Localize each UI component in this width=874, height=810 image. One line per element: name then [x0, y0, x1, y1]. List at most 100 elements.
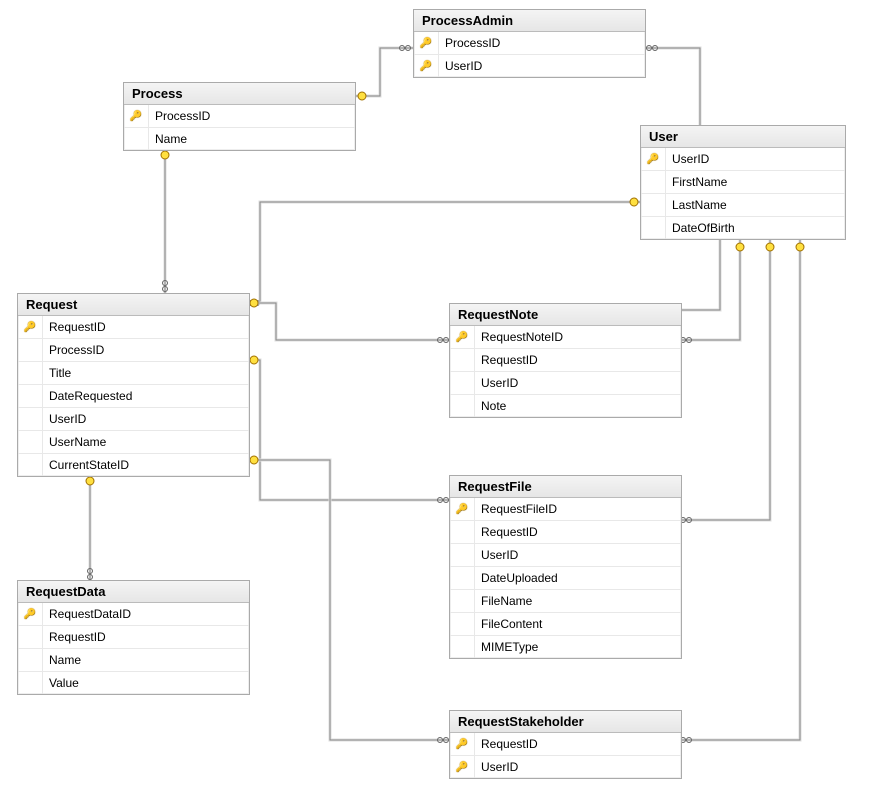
pk-cell — [450, 636, 475, 658]
pk-cell — [450, 372, 475, 394]
column-name: CurrentStateID — [43, 458, 249, 472]
column-name: RequestID — [43, 320, 249, 334]
table-requestNote[interactable]: RequestNote🔑RequestNoteIDRequestIDUserID… — [449, 303, 682, 418]
table-column[interactable]: UserID — [18, 408, 249, 431]
pk-cell: 🔑 — [414, 55, 439, 77]
column-name: RequestFileID — [475, 502, 681, 516]
table-column[interactable]: CurrentStateID — [18, 454, 249, 476]
table-column[interactable]: DateOfBirth — [641, 217, 845, 239]
key-icon: 🔑 — [24, 322, 36, 333]
table-column[interactable]: 🔑 RequestDataID — [18, 603, 249, 626]
column-name: UserName — [43, 435, 249, 449]
column-name: RequestDataID — [43, 607, 249, 621]
table-column[interactable]: 🔑RequestID — [450, 733, 681, 756]
table-column[interactable]: 🔑 UserID — [450, 756, 681, 778]
table-column[interactable]: 🔑 ProcessID — [414, 32, 645, 55]
table-requestStakeholder[interactable]: RequestStakeholder🔑RequestID🔑UserID — [449, 710, 682, 779]
table-column[interactable]: Name — [18, 649, 249, 672]
table-column[interactable]: Name — [124, 128, 355, 150]
table-header: Process — [124, 83, 355, 105]
table-column[interactable]: DateRequested — [18, 385, 249, 408]
table-column[interactable]: Note — [450, 395, 681, 417]
key-icon: 🔑 — [420, 61, 432, 72]
pk-cell — [18, 649, 43, 671]
pk-cell — [18, 339, 43, 361]
column-name: UserID — [475, 548, 681, 562]
table-header: User — [641, 126, 845, 148]
column-name: RequestNoteID — [475, 330, 681, 344]
table-column[interactable]: RequestID — [450, 521, 681, 544]
table-column[interactable]: FileContent — [450, 613, 681, 636]
pk-cell — [18, 672, 43, 694]
pk-cell — [450, 613, 475, 635]
table-column[interactable]: 🔑 RequestID — [18, 316, 249, 339]
column-name: Title — [43, 366, 249, 380]
column-name: Name — [149, 132, 355, 146]
table-requestFile[interactable]: RequestFile🔑RequestFileIDRequestIDUserID… — [449, 475, 682, 659]
pk-cell — [18, 408, 43, 430]
table-column[interactable]: UserID — [450, 372, 681, 395]
table-column[interactable]: FirstName — [641, 171, 845, 194]
column-name: DateUploaded — [475, 571, 681, 585]
table-column[interactable]: UserID — [450, 544, 681, 567]
key-icon: 🔑 — [24, 609, 36, 620]
key-icon: 🔑 — [647, 154, 659, 165]
table-header: ProcessAdmin — [414, 10, 645, 32]
pk-cell — [450, 590, 475, 612]
column-name: FirstName — [666, 175, 845, 189]
table-user[interactable]: User 🔑 UserID FirstName LastName DateOfBirth — [640, 125, 846, 240]
column-name: RequestID — [43, 630, 249, 644]
table-column[interactable]: 🔑ProcessID — [124, 105, 355, 128]
table-column[interactable]: MIMEType — [450, 636, 681, 658]
pk-cell — [18, 454, 43, 476]
pk-cell: 🔑 — [18, 316, 43, 338]
pk-cell — [450, 395, 475, 417]
table-column[interactable]: 🔑 UserID — [641, 148, 845, 171]
table-column[interactable]: 🔑 RequestNoteID — [450, 326, 681, 349]
table-column[interactable]: Value — [18, 672, 249, 694]
pk-cell — [18, 626, 43, 648]
key-icon: 🔑 — [456, 762, 468, 773]
column-name: UserID — [666, 152, 845, 166]
table-column[interactable]: RequestID — [18, 626, 249, 649]
pk-cell — [450, 521, 475, 543]
column-name: DateRequested — [43, 389, 249, 403]
pk-cell — [450, 567, 475, 589]
column-name: UserID — [475, 760, 681, 774]
pk-cell — [124, 128, 149, 150]
column-name: RequestID — [475, 525, 681, 539]
table-processAdmin[interactable]: ProcessAdmin 🔑 ProcessID 🔑 UserID — [413, 9, 646, 78]
column-name: UserID — [475, 376, 681, 390]
key-icon: 🔑 — [420, 38, 432, 49]
table-process[interactable]: Process🔑ProcessID Name — [123, 82, 356, 151]
table-request[interactable]: Request🔑RequestIDProcessIDTitleDateReque… — [17, 293, 250, 477]
column-name: MIMEType — [475, 640, 681, 654]
pk-cell — [450, 544, 475, 566]
key-icon: 🔑 — [456, 332, 468, 343]
pk-cell: 🔑 — [18, 603, 43, 625]
table-header: RequestStakeholder — [450, 711, 681, 733]
pk-cell: 🔑 — [414, 32, 439, 54]
column-name: ProcessID — [43, 343, 249, 357]
table-column[interactable]: ProcessID — [18, 339, 249, 362]
column-name: RequestID — [475, 353, 681, 367]
table-column[interactable]: 🔑 UserID — [414, 55, 645, 77]
column-name: UserID — [439, 59, 645, 73]
pk-cell — [18, 362, 43, 384]
table-column[interactable]: 🔑RequestFileID — [450, 498, 681, 521]
pk-cell: 🔑 — [450, 756, 475, 778]
pk-cell: 🔑 — [641, 148, 666, 170]
table-column[interactable]: LastName — [641, 194, 845, 217]
table-column[interactable]: FileName — [450, 590, 681, 613]
column-name: ProcessID — [149, 109, 355, 123]
table-requestData[interactable]: RequestData🔑RequestDataIDRequestIDNameVa… — [17, 580, 250, 695]
column-name: ProcessID — [439, 36, 645, 50]
table-column[interactable]: DateUploaded — [450, 567, 681, 590]
pk-cell: 🔑 — [450, 498, 475, 520]
pk-cell: 🔑 — [450, 733, 475, 755]
table-column[interactable]: RequestID — [450, 349, 681, 372]
table-column[interactable]: UserName — [18, 431, 249, 454]
column-name: DateOfBirth — [666, 221, 845, 235]
table-column[interactable]: Title — [18, 362, 249, 385]
pk-cell — [641, 194, 666, 216]
